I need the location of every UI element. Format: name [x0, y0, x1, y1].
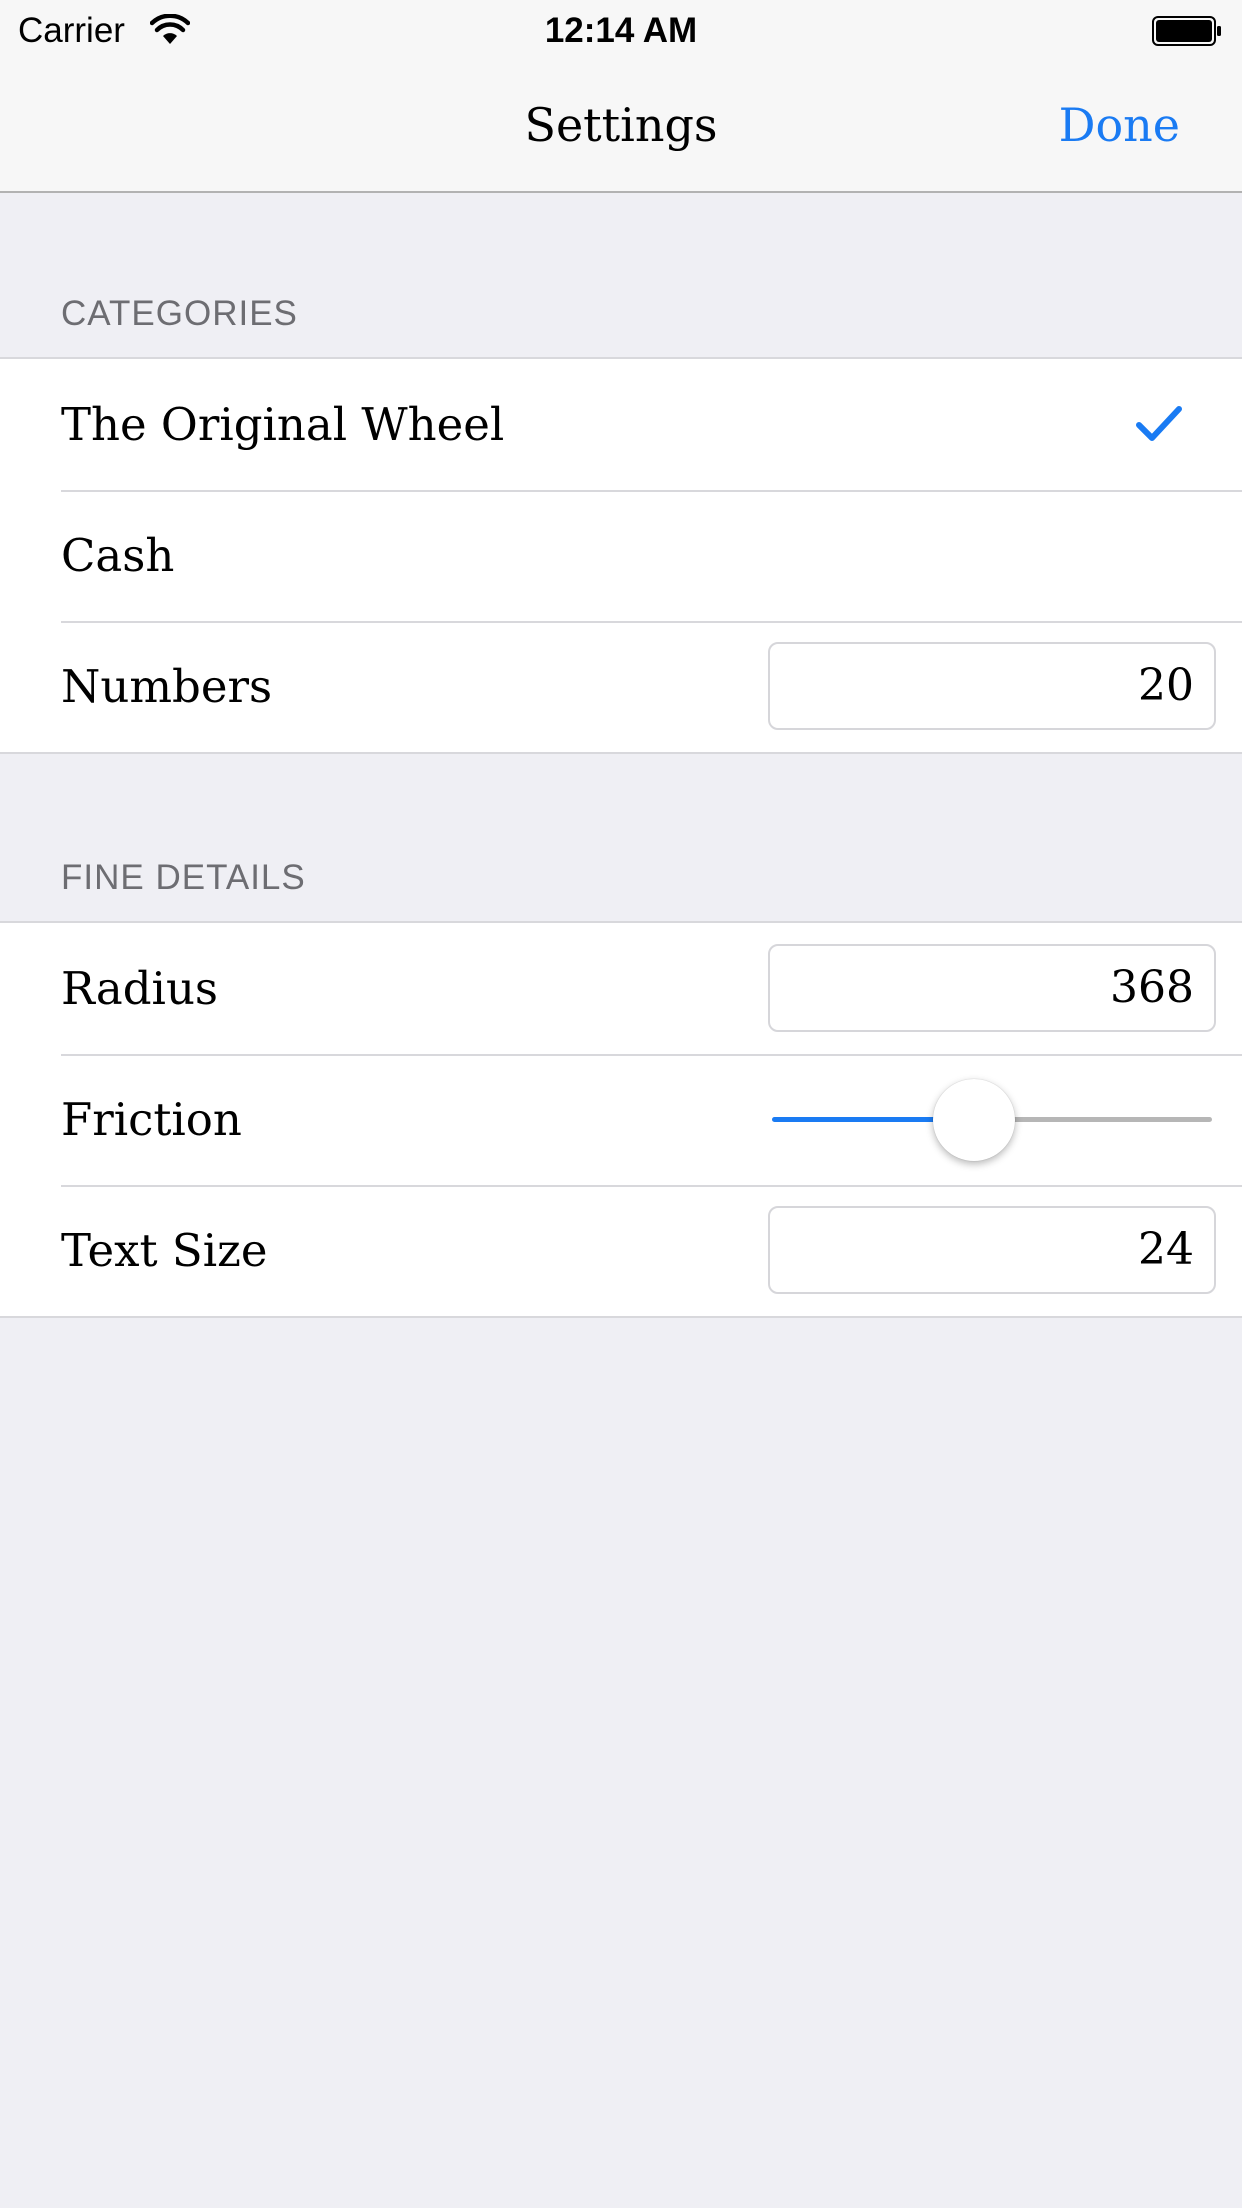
categories-group: The Original Wheel Cash Numbers 20 [0, 357, 1242, 754]
detail-row-radius: Radius 368 [0, 923, 1242, 1054]
text-size-field[interactable]: 24 [768, 1206, 1216, 1294]
slider-thumb[interactable] [933, 1079, 1016, 1161]
row-label: The Original Wheel [61, 398, 505, 451]
numbers-field[interactable]: 20 [768, 642, 1216, 730]
row-label: Text Size [61, 1224, 268, 1277]
section-header-fine-details: FINE DETAILS [61, 858, 306, 897]
detail-row-text-size: Text Size 24 [0, 1185, 1242, 1316]
category-row-original-wheel[interactable]: The Original Wheel [0, 359, 1242, 490]
page-title: Settings [524, 98, 718, 152]
category-row-numbers[interactable]: Numbers 20 [0, 621, 1242, 752]
checkmark-icon [1136, 406, 1182, 441]
navigation-bar: Settings Done [0, 60, 1242, 193]
row-label: Numbers [61, 660, 273, 713]
detail-row-friction: Friction [0, 1054, 1242, 1185]
fine-details-group: Radius 368 Friction Text Size 24 [0, 921, 1242, 1318]
section-header-categories: CATEGORIES [61, 294, 298, 333]
radius-field[interactable]: 368 [768, 944, 1216, 1032]
category-row-cash[interactable]: Cash [0, 490, 1242, 621]
status-bar: Carrier 12:14 AM [0, 0, 1242, 60]
friction-slider[interactable] [772, 1074, 1212, 1164]
status-time: 12:14 AM [544, 11, 698, 50]
done-button[interactable]: Done [1059, 90, 1180, 160]
row-label: Radius [61, 962, 219, 1015]
row-label: Friction [61, 1093, 242, 1146]
row-label: Cash [61, 529, 175, 582]
battery-icon [1152, 16, 1221, 46]
